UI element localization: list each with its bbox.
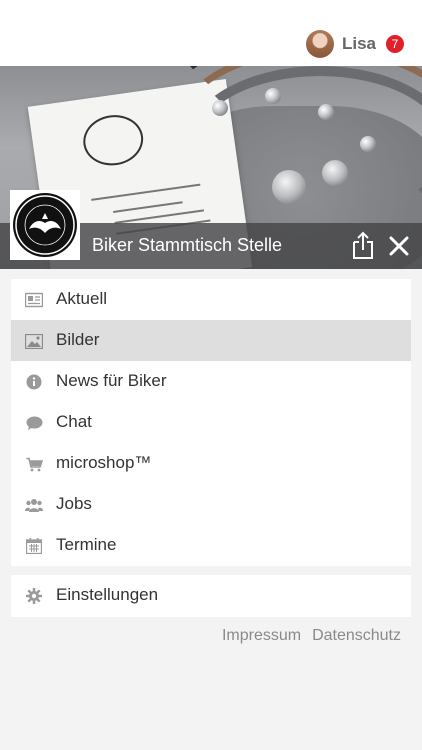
image-icon (25, 332, 43, 350)
share-icon (353, 231, 373, 259)
close-icon (389, 236, 409, 256)
datenschutz-link[interactable]: Datenschutz (312, 627, 401, 645)
club-logo (10, 190, 80, 260)
user-name[interactable]: Lisa (342, 34, 376, 54)
bracelet-bead (318, 104, 334, 120)
newspaper-icon (25, 291, 43, 309)
share-button[interactable] (349, 231, 377, 261)
gear-icon (25, 587, 43, 605)
menu-item-label: Jobs (56, 494, 92, 513)
menu-item-label: News für Biker (56, 371, 167, 390)
notification-badge[interactable]: 7 (386, 35, 404, 53)
menu-item-aktuell[interactable]: Aktuell (11, 279, 411, 320)
menu-item-einstellungen[interactable]: Einstellungen (11, 575, 411, 617)
calendar-icon (25, 537, 43, 555)
top-bar: Lisa 7 (0, 0, 422, 66)
menu-item-news-fuer-biker[interactable]: News für Biker (11, 361, 411, 402)
user-profile[interactable]: Lisa 7 (305, 30, 404, 58)
menu-item-termine[interactable]: Termine (11, 525, 411, 566)
people-icon (25, 496, 43, 514)
menu-item-chat[interactable]: Chat (11, 402, 411, 443)
shopping-cart-icon (25, 455, 43, 473)
menu-item-bilder[interactable]: Bilder (11, 320, 411, 361)
chat-bubble-icon (25, 414, 43, 432)
menu-item-label: Aktuell (56, 289, 108, 308)
card-logo (80, 111, 147, 170)
menu-item-microshop[interactable]: microshop™ (11, 443, 411, 484)
menu-item-label: Chat (56, 412, 92, 431)
menu-item-label: Bilder (56, 330, 100, 349)
settings-label: Einstellungen (56, 585, 159, 604)
user-avatar[interactable] (305, 30, 334, 58)
menu-item-jobs[interactable]: Jobs (11, 484, 411, 525)
bracelet-bead (360, 136, 376, 152)
page-title: Biker Stammtisch Stelle (92, 235, 283, 255)
menu-item-label: Termine (56, 535, 117, 554)
impressum-link[interactable]: Impressum (222, 627, 301, 645)
round-charm (322, 160, 348, 186)
bracelet-bead (265, 88, 281, 104)
main-menu: Aktuell Bilder News für Biker Chat micro… (11, 279, 411, 566)
close-button[interactable] (385, 232, 413, 260)
info-icon (25, 373, 43, 391)
menu-item-label: microshop™ (56, 453, 152, 472)
bracelet-bead (212, 100, 228, 116)
club-emblem-icon (15, 195, 75, 255)
star-charm (272, 170, 306, 204)
footer-links: Impressum Datenschutz (222, 627, 401, 645)
